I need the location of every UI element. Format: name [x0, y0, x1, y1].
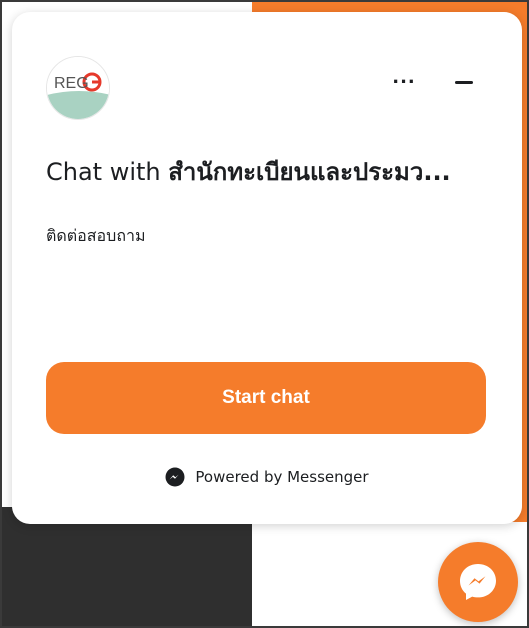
messenger-chat-fab[interactable]	[438, 542, 518, 622]
chat-title-name: สำนักทะเบียนและประมว...	[168, 158, 451, 186]
powered-by-link[interactable]: Powered by Messenger	[165, 467, 369, 487]
chat-title-prefix: Chat with	[46, 158, 169, 186]
messenger-fab-icon	[460, 564, 496, 600]
avatar-text: REG	[54, 75, 89, 92]
background-dark-panel	[2, 507, 252, 626]
avatar: REG	[46, 56, 110, 120]
powered-by: Powered by Messenger	[12, 467, 522, 487]
minimize-button[interactable]	[446, 64, 482, 100]
chat-widget-card: REG ... Chat with สำนักทะเบียนและประมว..…	[12, 12, 522, 524]
reg-logo-icon: REG	[47, 57, 109, 119]
minimize-icon	[455, 80, 473, 84]
powered-by-text: Powered by Messenger	[195, 468, 369, 486]
more-icon: ...	[392, 67, 416, 88]
screen: REG ... Chat with สำนักทะเบียนและประมว..…	[0, 0, 529, 628]
more-options-button[interactable]: ...	[386, 64, 422, 100]
messenger-icon	[165, 467, 185, 487]
chat-subtitle: ติดต่อสอบถาม	[46, 226, 146, 245]
start-chat-button[interactable]: Start chat	[46, 362, 486, 434]
chat-title: Chat with สำนักทะเบียนและประมว...	[46, 152, 496, 191]
